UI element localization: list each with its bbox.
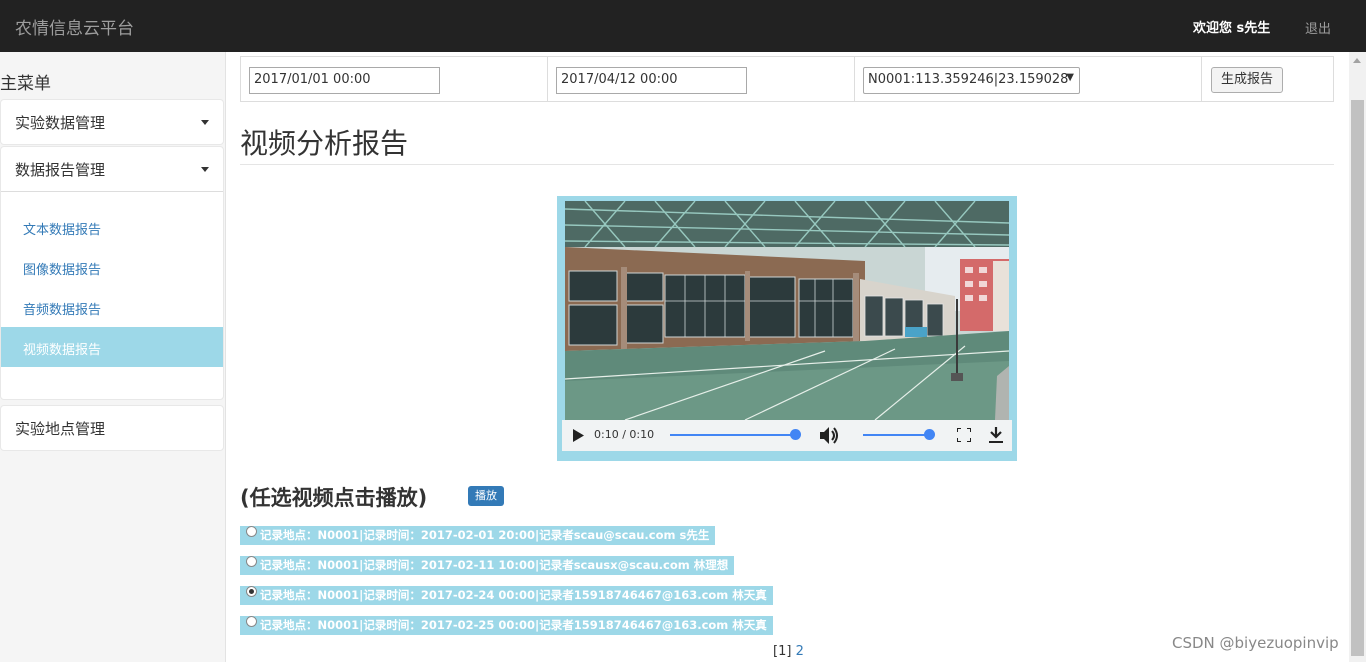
sidebar-group-header[interactable]: 数据报告管理 — [1, 147, 223, 191]
video-frame-image[interactable] — [565, 201, 1009, 420]
vertical-scrollbar[interactable] — [1349, 52, 1366, 662]
sidebar-item-audio-report[interactable]: 音频数据报告 — [1, 287, 223, 327]
main-menu-title: 主菜单 — [0, 74, 51, 94]
divider — [240, 164, 1334, 165]
report-params-row: 2017/01/01 00:00 2017/04/12 00:00 N0001:… — [240, 56, 1334, 102]
sidebar-item-image-report[interactable]: 图像数据报告 — [1, 247, 223, 287]
report-submenu: 文本数据报告 图像数据报告 音频数据报告 视频数据报告 — [1, 191, 223, 367]
video-player: 0:10 / 0:10 — [557, 196, 1017, 461]
welcome-user[interactable]: 欢迎您 s先生 — [1193, 17, 1270, 36]
page-title: 视频分析报告 — [240, 127, 409, 160]
video-time: 0:10 / 0:10 — [594, 428, 655, 441]
action-cell: 生成报告 — [1202, 57, 1333, 101]
video-record-item[interactable]: 记录地点：N0001|记录时间：2017-02-24 00:00|记录者1591… — [240, 586, 773, 605]
video-record-item[interactable]: 记录地点：N0001|记录时间：2017-02-25 00:00|记录者1591… — [240, 616, 773, 635]
sidebar-item-video-report[interactable]: 视频数据报告 — [1, 327, 223, 367]
watermark: CSDN @biyezuopinvip — [1172, 634, 1339, 652]
record-label: 记录地点：N0001|记录时间：2017-02-25 00:00|记录者1591… — [260, 618, 767, 632]
record-radio[interactable] — [246, 586, 257, 597]
page-2-link[interactable]: 2 — [796, 644, 804, 659]
logout-link[interactable]: 退出 — [1305, 18, 1331, 37]
pagination: [1] 2 — [773, 644, 804, 659]
sidebar: 主菜单 实验数据管理 数据报告管理 文本数据报告 图像数据报告 音频数据报告 视… — [0, 52, 226, 662]
video-record-item[interactable]: 记录地点：N0001|记录时间：2017-02-11 10:00|记录者scau… — [240, 556, 735, 575]
sidebar-group-label: 实验数据管理 — [15, 114, 106, 132]
video-select-heading: (任选视频点击播放) — [240, 486, 428, 510]
caret-down-icon — [201, 120, 209, 125]
record-label: 记录地点：N0001|记录时间：2017-02-11 10:00|记录者scau… — [260, 558, 729, 572]
record-label: 记录地点：N0001|记录时间：2017-02-01 20:00|记录者scau… — [260, 528, 710, 542]
sidebar-group-header[interactable]: 实验数据管理 — [1, 100, 223, 144]
caret-down-icon — [201, 167, 209, 172]
sidebar-group-label: 数据报告管理 — [15, 161, 106, 179]
sidebar-group-label: 实验地点管理 — [15, 420, 106, 438]
record-radio[interactable] — [246, 616, 257, 627]
sidebar-item-text-report[interactable]: 文本数据报告 — [1, 207, 223, 247]
start-time-cell: 2017/01/01 00:00 — [241, 57, 548, 101]
record-radio[interactable] — [246, 526, 257, 537]
video-record-item[interactable]: 记录地点：N0001|记录时间：2017-02-01 20:00|记录者scau… — [240, 526, 716, 545]
app-brand[interactable]: 农情信息云平台 — [15, 14, 134, 39]
fullscreen-icon[interactable] — [957, 428, 971, 442]
seek-handle[interactable] — [790, 429, 801, 440]
location-select[interactable]: N0001:113.359246|23.159028 ▼ — [863, 67, 1080, 94]
start-time-input[interactable]: 2017/01/01 00:00 — [249, 67, 440, 94]
scroll-up-arrow-icon[interactable] — [1353, 58, 1361, 63]
location-cell: N0001:113.359246|23.159028 ▼ — [855, 57, 1202, 101]
record-label: 记录地点：N0001|记录时间：2017-02-24 00:00|记录者1591… — [260, 588, 767, 602]
volume-icon[interactable] — [820, 427, 840, 444]
sidebar-group-header[interactable]: 实验地点管理 — [1, 406, 223, 450]
sidebar-group-data-report: 数据报告管理 文本数据报告 图像数据报告 音频数据报告 视频数据报告 — [0, 146, 224, 400]
dropdown-arrow-icon: ▼ — [1066, 72, 1074, 83]
volume-level — [863, 434, 930, 436]
current-page: [1] — [773, 644, 792, 659]
volume-handle[interactable] — [924, 429, 935, 440]
end-time-input[interactable]: 2017/04/12 00:00 — [556, 67, 747, 94]
play-button[interactable]: 播放 — [468, 486, 504, 506]
top-navbar: 农情信息云平台 欢迎您 s先生 退出 — [0, 0, 1366, 52]
play-icon[interactable] — [573, 429, 584, 442]
end-time-cell: 2017/04/12 00:00 — [548, 57, 855, 101]
scroll-thumb[interactable] — [1351, 100, 1364, 656]
sidebar-group-experiment-site[interactable]: 实验地点管理 — [0, 405, 224, 451]
seek-progress — [670, 434, 796, 436]
download-icon[interactable] — [989, 427, 1003, 443]
video-controls: 0:10 / 0:10 — [562, 420, 1012, 451]
generate-report-button[interactable]: 生成报告 — [1211, 67, 1283, 93]
location-select-value: N0001:113.359246|23.159028 — [868, 72, 1069, 87]
record-radio[interactable] — [246, 556, 257, 567]
sidebar-group-experiment-data[interactable]: 实验数据管理 — [0, 99, 224, 145]
